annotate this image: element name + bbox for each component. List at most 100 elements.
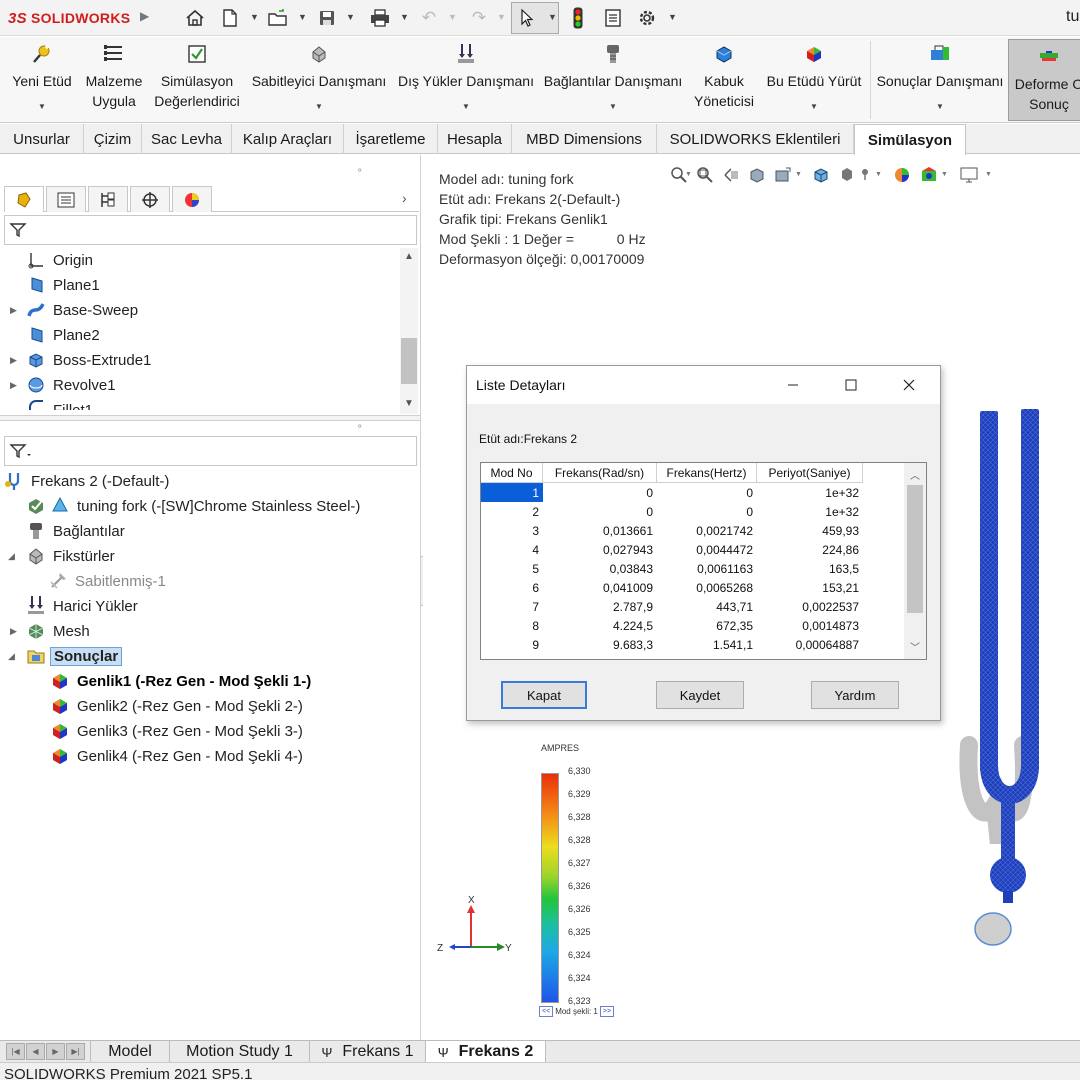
expand-arrow-icon[interactable]: ▶	[10, 305, 20, 316]
minimize-icon[interactable]	[764, 366, 822, 404]
tree-item-plot-1[interactable]: Genlik1 (-Rez Gen - Mod Şekli 1-)	[0, 669, 314, 693]
expand-arrow-icon[interactable]: ▶	[10, 355, 20, 366]
tree-item-study[interactable]: Frekans 2 (-Default-)	[0, 469, 172, 493]
external-loads-advisor-button[interactable]: Dış Yükler Danışmanı ▼	[394, 37, 538, 123]
file-properties-icon[interactable]	[600, 4, 626, 32]
tree-item-fixed-1[interactable]: Sabitlenmiş-1	[0, 569, 169, 593]
property-manager-tab-icon[interactable]	[46, 186, 86, 212]
chevron-down-icon[interactable]: ▼	[685, 171, 692, 178]
scrollbar-thumb[interactable]	[401, 338, 417, 384]
tree-item-origin[interactable]: Origin	[0, 248, 96, 272]
options-gear-icon[interactable]	[634, 4, 660, 32]
table-row[interactable]: 5 0,03843 0,0061163 163,5	[481, 559, 863, 578]
view-settings-icon[interactable]	[959, 165, 979, 185]
tree-item-connections[interactable]: Bağlantılar	[0, 519, 128, 543]
tree-item-fixtures[interactable]: ◢ Fikstürler	[0, 544, 118, 568]
edit-appearance-icon[interactable]	[893, 165, 913, 185]
tab-sac-levha[interactable]: Sac Levha	[142, 124, 232, 154]
tree-item-base-sweep[interactable]: ▶ Base-Sweep	[0, 298, 141, 322]
display-style-icon[interactable]	[837, 165, 857, 185]
table-row[interactable]: 8 4.224,5 672,35 0,0014873	[481, 616, 863, 635]
table-row[interactable]: 1012.1331.931,00,00051785	[481, 654, 863, 660]
maximize-icon[interactable]	[822, 366, 880, 404]
next-mode-button[interactable]: >>	[599, 1006, 615, 1017]
results-advisor-button[interactable]: Sonuçlar Danışmanı ▼	[872, 37, 1008, 123]
panel-grip-icon[interactable]: ⚬	[356, 421, 364, 432]
collapse-arrow-icon[interactable]: ◢	[8, 651, 18, 662]
last-tab-icon[interactable]: ▶|	[66, 1043, 85, 1060]
scroll-down-icon[interactable]: ﹀	[908, 639, 922, 654]
hide-show-items-icon[interactable]	[855, 165, 875, 185]
tree-item-plane2[interactable]: Plane2	[0, 323, 103, 347]
previous-tab-icon[interactable]: ◀	[26, 1043, 45, 1060]
open-folder-icon[interactable]	[264, 4, 292, 32]
scroll-up-icon[interactable]: ︿	[908, 467, 922, 482]
expand-arrow-icon[interactable]: ▶	[10, 626, 20, 637]
next-tab-icon[interactable]: ▶	[46, 1043, 65, 1060]
column-header-rad[interactable]: Frekans(Rad/sn)	[543, 463, 657, 483]
menu-expand-icon[interactable]: ▶	[140, 9, 156, 27]
rebuild-traffic-light-icon[interactable]	[566, 4, 590, 32]
tree-item-plane1[interactable]: Plane1	[0, 273, 103, 297]
table-row[interactable]: 4 0,027943 0,0044472 224,86	[481, 540, 863, 559]
previous-view-icon[interactable]	[721, 165, 741, 185]
feature-tree-tab-icon[interactable]	[4, 186, 44, 212]
section-view-icon[interactable]	[747, 165, 767, 185]
save-button[interactable]: Kaydet	[656, 681, 744, 709]
feature-tree-scrollbar[interactable]: ▲ ▼	[400, 248, 418, 414]
print-icon[interactable]	[366, 4, 394, 32]
feature-filter-input[interactable]	[4, 215, 417, 245]
table-row[interactable]: 2 0 0 1e+32	[481, 502, 863, 521]
save-icon[interactable]	[314, 4, 340, 32]
tree-item-results[interactable]: ◢ Sonuçlar	[0, 644, 123, 668]
table-row[interactable]: 6 0,041009 0,0065268 153,21	[481, 578, 863, 597]
run-study-button[interactable]: Bu Etüdü Yürüt ▼	[760, 37, 868, 123]
column-header-period[interactable]: Periyot(Saniye)	[757, 463, 863, 483]
table-row[interactable]: 1 0 0 1e+32	[481, 483, 863, 502]
tab-unsurlar[interactable]: Unsurlar	[0, 124, 84, 154]
simulation-filter-input[interactable]	[4, 436, 417, 466]
tree-item-plot-3[interactable]: Genlik3 (-Rez Gen - Mod Şekli 3-)	[0, 719, 306, 743]
table-row[interactable]: 3 0,013661 0,0021742 459,93	[481, 521, 863, 540]
chevron-down-icon[interactable]: ▼	[875, 171, 882, 178]
dimxpert-tab-icon[interactable]	[130, 186, 170, 212]
chevron-right-icon[interactable]: ›	[402, 190, 407, 206]
chevron-down-icon[interactable]: ▼	[38, 97, 46, 117]
tree-item-part[interactable]: tuning fork (-[SW]Chrome Stainless Steel…	[0, 494, 363, 518]
chevron-down-icon[interactable]: ▼	[400, 12, 409, 22]
first-tab-icon[interactable]: |◀	[6, 1043, 25, 1060]
tree-item-mesh[interactable]: ▶ Mesh	[0, 619, 93, 643]
frequency-table[interactable]: Mod No Frekans(Rad/sn) Frekans(Hertz) Pe…	[480, 462, 927, 660]
tab-frekans-2[interactable]: Ψ Frekans 2	[426, 1041, 546, 1063]
dialog-title-bar[interactable]: Liste Detayları	[467, 366, 940, 404]
chevron-down-icon[interactable]: ▼	[668, 12, 677, 22]
scrollbar-thumb[interactable]	[907, 485, 923, 613]
column-header-mode[interactable]: Mod No	[481, 463, 543, 483]
tree-item-boss-extrude1[interactable]: ▶ Boss-Extrude1	[0, 348, 154, 372]
expand-arrow-icon[interactable]: ▶	[10, 380, 20, 391]
tab-frekans-1[interactable]: Ψ Frekans 1	[310, 1041, 426, 1063]
simulation-advisor-button[interactable]: Simülasyon Değerlendirici	[148, 37, 246, 123]
chevron-down-icon[interactable]: ▼	[448, 12, 457, 22]
tree-item-revolve1[interactable]: ▶ Revolve1	[0, 373, 119, 397]
scroll-up-icon[interactable]: ▲	[402, 251, 416, 262]
table-row[interactable]: 9 9.683,3 1.541,1 0,00064887	[481, 635, 863, 654]
view-orientation-icon[interactable]	[811, 165, 831, 185]
deformed-result-button[interactable]: Deforme O Sonuç	[1008, 39, 1080, 121]
tree-item-plot-4[interactable]: Genlik4 (-Rez Gen - Mod Şekli 4-)	[0, 744, 306, 768]
tree-item-plot-2[interactable]: Genlik2 (-Rez Gen - Mod Şekli 2-)	[0, 694, 306, 718]
tab-isaretleme[interactable]: İşaretleme	[344, 124, 438, 154]
connections-advisor-button[interactable]: Bağlantılar Danışmanı ▼	[540, 37, 686, 123]
tab-kalip-araclari[interactable]: Kalıp Araçları	[232, 124, 344, 154]
chevron-down-icon[interactable]: ▼	[795, 171, 802, 178]
chevron-down-icon[interactable]: ▼	[609, 97, 617, 117]
solidworks-logo[interactable]: 3S SOLIDWORKS	[8, 7, 130, 29]
chevron-down-icon[interactable]: ▼	[497, 12, 506, 22]
tab-cizim[interactable]: Çizim	[84, 124, 142, 154]
chevron-down-icon[interactable]: ▼	[810, 97, 818, 117]
panel-grip-icon[interactable]: ⚬	[356, 165, 364, 176]
tree-item-fillet1[interactable]: Fillet1	[0, 398, 96, 410]
new-document-icon[interactable]	[218, 4, 242, 32]
select-cursor-icon[interactable]	[514, 4, 540, 32]
shell-manager-button[interactable]: Kabuk Yöneticisi	[688, 37, 760, 123]
